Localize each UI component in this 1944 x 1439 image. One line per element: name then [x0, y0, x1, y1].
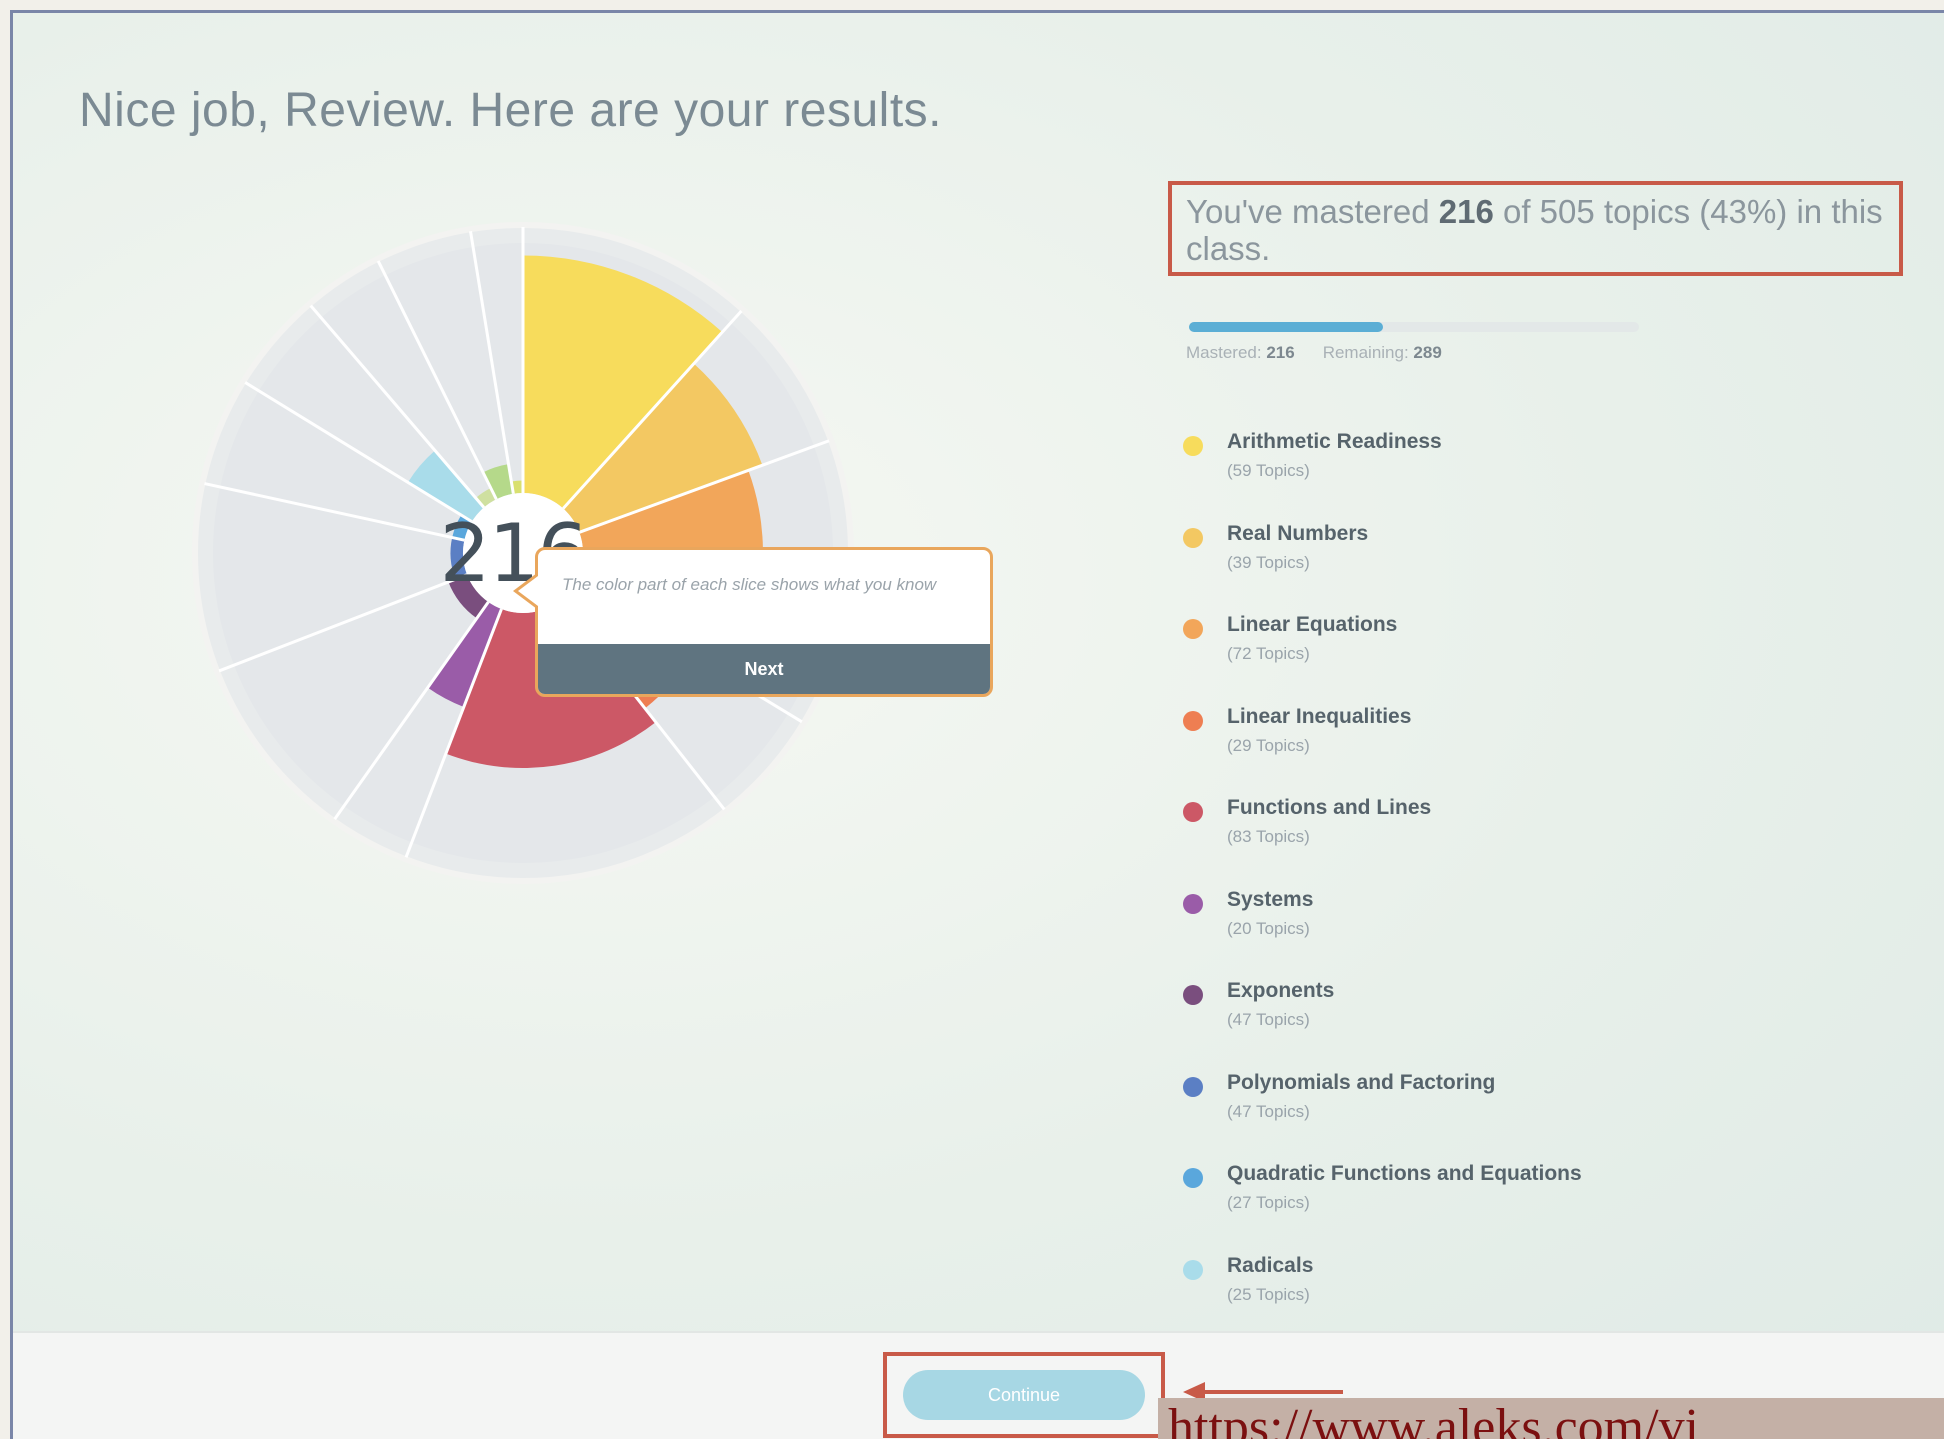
legend-item[interactable]: Radicals (25 Topics): [1179, 1252, 1944, 1344]
legend-topic-count: (72 Topics): [1227, 644, 1310, 663]
legend-dot-icon: [1183, 1076, 1203, 1097]
summary-prefix: You've mastered: [1186, 193, 1439, 230]
page-title: Nice job, Review. Here are your results.: [79, 84, 942, 137]
legend-topic-name: Quadratic Functions and Equations: [1227, 1162, 1582, 1185]
results-panel: Nice job, Review. Here are your results.…: [10, 10, 1944, 1439]
legend-topic-count: (25 Topics): [1227, 1284, 1310, 1304]
legend-dot-icon: [1183, 985, 1203, 1005]
legend-topic-count: (20 Topics): [1227, 918, 1310, 938]
legend-dot-icon: [1183, 802, 1203, 822]
legend-topic-name: Exponents: [1227, 979, 1335, 1002]
legend-item[interactable]: Real Numbers (39 Topics): [1179, 520, 1944, 612]
legend-item[interactable]: Polynomials and Factoring (47 Topics): [1179, 1069, 1944, 1161]
mastered-label: Mastered: [1186, 343, 1257, 362]
legend-topic-count: (27 Topics): [1227, 1193, 1310, 1212]
legend-dot-icon: [1183, 710, 1203, 731]
legend-topic-count: (39 Topics): [1227, 552, 1310, 572]
mastered-summary: You've mastered 216 of 505 topics (43%) …: [1168, 181, 1903, 276]
legend-topic-count: (59 Topics): [1227, 461, 1310, 480]
continue-highlight: Continue: [883, 1352, 1165, 1438]
legend-item[interactable]: Arithmetic Readiness (59 Topics): [1179, 428, 1944, 520]
legend-topic-name: Polynomials and Factoring: [1227, 1070, 1496, 1094]
legend-dot-icon: [1183, 436, 1203, 456]
tutorial-tooltip: The color part of each slice shows what …: [535, 547, 993, 697]
remaining-label: Remaining: [1322, 343, 1404, 362]
tooltip-next-button[interactable]: Next: [538, 644, 990, 694]
legend-topic-count: (47 Topics): [1227, 1010, 1310, 1029]
annotation-arrow-line: [1203, 1390, 1343, 1394]
legend-dot-icon: [1183, 1259, 1203, 1280]
legend-topic-name: Linear Inequalities: [1227, 704, 1412, 728]
legend-topic-name: Real Numbers: [1227, 521, 1369, 545]
url-caption: https://www.aleks.com/vi: [1158, 1398, 1944, 1439]
legend-dot-icon: [1183, 893, 1203, 914]
continue-button[interactable]: Continue: [903, 1370, 1145, 1420]
mastery-progress-fill: [1189, 322, 1383, 332]
legend-item[interactable]: Functions and Lines (83 Topics): [1179, 794, 1944, 886]
topic-legend: Arithmetic Readiness (59 Topics) Real Numb…: [1179, 428, 1944, 1343]
legend-item[interactable]: Linear Equations (72 Topics): [1179, 611, 1944, 703]
legend-item[interactable]: Quadratic Functions and Equations (27 Top…: [1179, 1160, 1944, 1252]
summary-mastered-count: 216: [1438, 193, 1494, 230]
legend-topic-count: (83 Topics): [1227, 827, 1310, 846]
legend-dot-icon: [1183, 619, 1203, 639]
legend-item[interactable]: Linear Inequalities (29 Topics): [1179, 703, 1944, 795]
legend-topic-name: Linear Equations: [1227, 613, 1398, 636]
remaining-value: 289: [1413, 343, 1442, 362]
mastery-progress-bar: [1189, 322, 1639, 332]
legend-topic-count: (29 Topics): [1227, 735, 1310, 755]
tooltip-pointer-inner: [518, 576, 538, 606]
legend-topic-name: Systems: [1227, 887, 1314, 911]
legend-dot-icon: [1183, 527, 1203, 548]
legend-topic-name: Radicals: [1227, 1253, 1314, 1277]
legend-topic-name: Functions and Lines: [1227, 796, 1432, 819]
legend-dot-icon: [1183, 1168, 1203, 1188]
mastered-value: 216: [1266, 343, 1295, 362]
legend-topic-name: Arithmetic Readiness: [1227, 430, 1442, 453]
legend-item[interactable]: Exponents (47 Topics): [1179, 977, 1944, 1069]
tooltip-text: The color part of each slice shows what …: [562, 575, 937, 594]
progress-labels: Mastered: 216 Remaining: 289: [1186, 343, 1442, 362]
legend-item[interactable]: Systems (20 Topics): [1179, 886, 1944, 978]
legend-topic-count: (47 Topics): [1227, 1101, 1310, 1121]
